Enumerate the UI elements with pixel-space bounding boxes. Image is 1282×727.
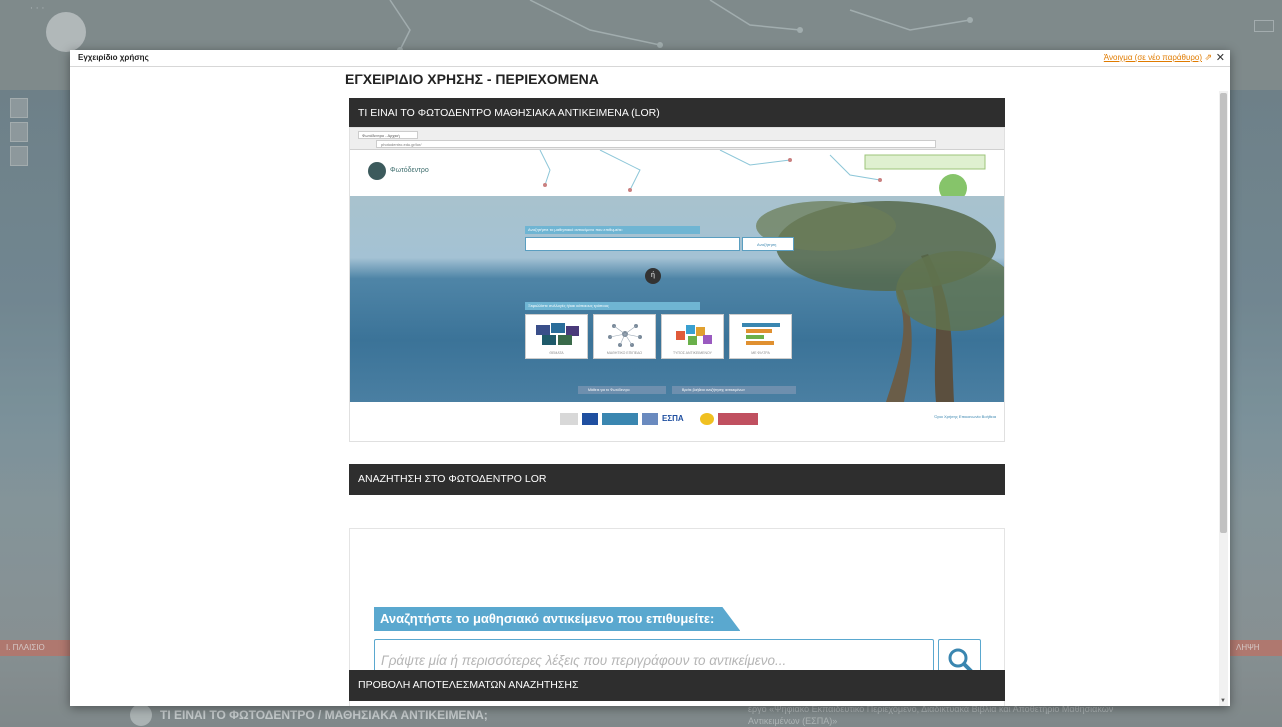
browse-card-topics: ΘΕΜΑΤΑ — [525, 314, 588, 359]
modal-title: Εγχειρίδιο χρήσης — [78, 53, 149, 62]
open-in-new-window-link[interactable]: Άνοιγμα (σε νέο παράθυρο) — [1104, 53, 1202, 62]
external-link-icon[interactable]: ⇗ — [1204, 52, 1212, 63]
scroll-down-arrow-icon[interactable]: ▼ — [1220, 698, 1226, 704]
homepage-site: Φωτόδεντρο Αναζητήστε το μαθησιακό αντικ… — [350, 150, 1004, 441]
browser-url-bar: photodentro.edu.gr/lor/ — [376, 140, 936, 148]
header-branches — [539, 150, 986, 196]
browser-tab: Φωτόδεντρο - Αρχική — [358, 131, 418, 139]
page-title: ΕΓΧΕΙΡΙΔΙΟ ΧΡΗΣΗΣ - ΠΕΡΙΕΧΟΜΕΝΑ — [345, 71, 599, 87]
section-heading-what-is: ΤΙ ΕΙΝΑΙ ΤΟ ΦΩΤΟΔΕΝΤΡΟ ΜΑΘΗΣΙΑΚΑ ΑΝΤΙΚΕΙ… — [349, 98, 1005, 128]
hero-or-badge: ή — [645, 268, 661, 284]
sponsor-logo — [602, 413, 638, 425]
browse-card-type: ΤΥΠΟΣ ΑΝΤΙΚΕΙΜΕΝΟΥ — [661, 314, 724, 359]
browse-card-filters: ΜΕ ΦΙΛΤΡΑ — [729, 314, 792, 359]
hero-search-button: Αναζήτηση — [742, 237, 794, 251]
modal-body[interactable]: ΕΓΧΕΙΡΙΔΙΟ ΧΡΗΣΗΣ - ΠΕΡΙΕΧΟΜΕΝΑ ΤΙ ΕΙΝΑΙ… — [70, 67, 1230, 706]
hero-search-label: Αναζητήστε το μαθησιακό αντικείμενο που … — [525, 226, 700, 234]
site-footer: ΕΣΠΑ Όροι Χρήσης Επικοινωνία Βοήθεια — [350, 402, 1004, 441]
close-button[interactable]: ✕ — [1216, 51, 1225, 64]
filters-list-icon — [742, 323, 780, 345]
browse-card-level: ΜΑΘΗΤΙΚΟ ΕΠΙΠΕΔΟ — [593, 314, 656, 359]
scrollbar-thumb[interactable] — [1220, 93, 1227, 533]
browse-card-label: ΜΕ ΦΙΛΤΡΑ — [751, 351, 770, 355]
eu-flag-icon — [582, 413, 598, 425]
section-heading-results: ΠΡΟΒΟΛΗ ΑΠΟΤΕΛΕΣΜΑΤΩΝ ΑΝΑΖΗΤΗΣΗΣ — [349, 670, 1005, 701]
learn-about-button: Μάθετε για το Φωτόδεντρο — [578, 386, 666, 394]
user-manual-modal: Εγχειρίδιο χρήσης Άνοιγμα (σε νέο παράθυ… — [70, 50, 1230, 706]
espa-logo: ΕΣΠΑ — [662, 413, 696, 425]
sponsor-logos: ΕΣΠΑ — [560, 410, 790, 428]
scrollbar[interactable] — [1219, 91, 1228, 706]
browse-card-label: ΘΕΜΑΤΑ — [549, 351, 564, 355]
modal-header: Εγχειρίδιο χρήσης Άνοιγμα (σε νέο παράθυ… — [70, 50, 1230, 67]
help-button: Βρείτε βοήθεια αναζήτησης αντικειμένων — [672, 386, 796, 394]
search-label: Αναζητήστε το μαθησιακό αντικείμενο που … — [374, 607, 740, 631]
sponsor-logo — [700, 413, 714, 425]
browser-chrome: Φωτόδεντρο - Αρχική photodentro.edu.gr/l… — [350, 128, 1004, 150]
hero-browse-label: Ξεφυλλίστε συλλογές ή/και κάποιους τρόπο… — [525, 302, 700, 310]
olive-tree-image — [756, 201, 1004, 402]
topics-images-icon — [536, 323, 579, 345]
site-hero: Αναζητήστε το μαθησιακό αντικείμενο που … — [350, 196, 1004, 402]
sponsor-logo — [718, 413, 758, 425]
site-logo-text: Φωτόδεντρο — [390, 167, 429, 174]
section-heading-search: ΑΝΑΖΗΤΗΣΗ ΣΤΟ ΦΩΤΟΔΕΝΤΡΟ LOR — [349, 464, 1005, 495]
site-logo — [368, 162, 386, 180]
homepage-screenshot: Φωτόδεντρο - Αρχική photodentro.edu.gr/l… — [349, 127, 1005, 442]
hero-search-input — [525, 237, 740, 251]
browse-card-label: ΜΑΘΗΤΙΚΟ ΕΠΙΠΕΔΟ — [606, 351, 643, 355]
sponsor-logo — [560, 413, 578, 425]
browse-card-label: ΤΥΠΟΣ ΑΝΤΙΚΕΙΜΕΝΟΥ — [672, 351, 712, 355]
site-header: Φωτόδεντρο — [350, 150, 1004, 196]
footer-links: Όροι Χρήσης Επικοινωνία Βοήθεια — [934, 414, 996, 419]
level-network-icon — [608, 324, 642, 347]
sponsor-logo — [642, 413, 658, 425]
type-blocks-icon — [676, 325, 712, 345]
